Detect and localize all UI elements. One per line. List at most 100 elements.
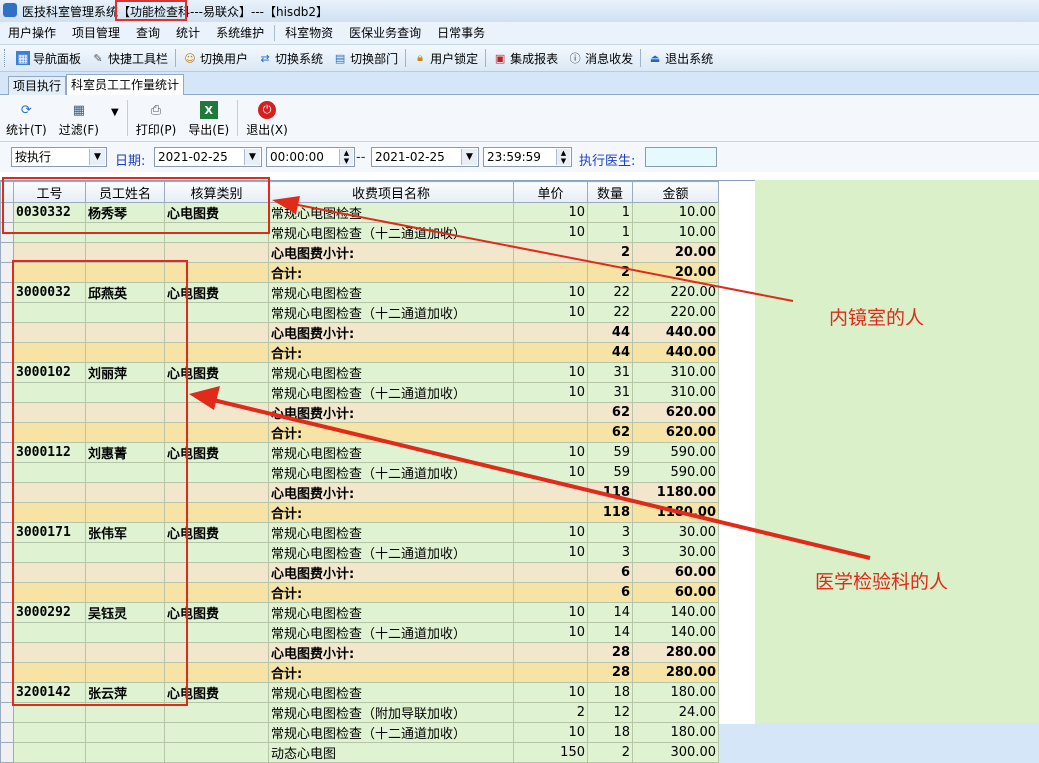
total-row[interactable]: 合计: 28 280.00: [0, 662, 719, 683]
subtotal-row[interactable]: 心电图费小计: 2 20.00: [0, 242, 719, 263]
cell-item[interactable]: 常规心电图检查: [268, 522, 514, 543]
cell-item[interactable]: 常规心电图检查: [268, 602, 514, 623]
toolbar-report[interactable]: ▣ 集成报表: [488, 47, 563, 69]
cell-amount[interactable]: 180.00: [632, 722, 719, 743]
cell-amount[interactable]: 24.00: [632, 702, 719, 723]
cell-category[interactable]: [164, 502, 269, 523]
menu-daily[interactable]: 日常事务: [429, 22, 493, 44]
cell-amount[interactable]: 620.00: [632, 422, 719, 443]
cell-id[interactable]: 0030332: [13, 202, 86, 223]
cell-name[interactable]: [85, 702, 165, 723]
cell-price[interactable]: 10: [513, 462, 588, 483]
table-row[interactable]: 常规心电图检查（十二通道加收） 10 3 30.00: [0, 542, 719, 563]
cell-price[interactable]: 10: [513, 602, 588, 623]
toolbar-switch-system[interactable]: ⇄ 切换系统: [253, 47, 328, 69]
cell-price[interactable]: 150: [513, 742, 588, 763]
cell-qty[interactable]: 118: [587, 502, 633, 523]
cell-amount[interactable]: 280.00: [632, 642, 719, 663]
cell-item[interactable]: 常规心电图检查: [268, 362, 514, 383]
cell-id[interactable]: 3200142: [13, 682, 86, 703]
toolbar-nav-panel[interactable]: ▦ 导航面板: [11, 47, 86, 69]
cell-amount[interactable]: 20.00: [632, 242, 719, 263]
cell-qty[interactable]: 31: [587, 382, 633, 403]
cell-name[interactable]: [85, 502, 165, 523]
toolbar-grip[interactable]: [4, 49, 8, 67]
cell-name[interactable]: [85, 382, 165, 403]
cell-qty[interactable]: 1: [587, 222, 633, 243]
filter-button[interactable]: ▦ 过滤(F): [53, 95, 105, 138]
cell-category[interactable]: [164, 322, 269, 343]
cell-item[interactable]: 合计:: [268, 582, 514, 603]
cell-category[interactable]: [164, 722, 269, 743]
table-row[interactable]: 常规心电图检查（十二通道加收） 10 1 10.00: [0, 222, 719, 243]
col-header-category[interactable]: 核算类别: [164, 181, 269, 203]
cell-name[interactable]: [85, 622, 165, 643]
cell-price[interactable]: 10: [513, 362, 588, 383]
toolbar-exit-system[interactable]: ⏏ 退出系统: [643, 47, 718, 69]
cell-category[interactable]: [164, 462, 269, 483]
table-row[interactable]: 常规心电图检查（十二通道加收） 10 31 310.00: [0, 382, 719, 403]
cell-category[interactable]: [164, 582, 269, 603]
table-row[interactable]: 3000102 刘丽萍 心电图费 常规心电图检查 10 31 310.00: [0, 362, 719, 383]
cell-name[interactable]: 刘丽萍: [85, 362, 165, 383]
cell-item[interactable]: 常规心电图检查: [268, 282, 514, 303]
cell-category[interactable]: [164, 622, 269, 643]
cell-price[interactable]: [513, 322, 588, 343]
cell-amount[interactable]: 310.00: [632, 382, 719, 403]
cell-amount[interactable]: 440.00: [632, 342, 719, 363]
cell-price[interactable]: 2: [513, 702, 588, 723]
mode-select[interactable]: 按执行 ▼: [11, 147, 107, 167]
cell-price[interactable]: [513, 482, 588, 503]
cell-item[interactable]: 常规心电图检查: [268, 682, 514, 703]
cell-category[interactable]: [164, 302, 269, 323]
cell-price[interactable]: 10: [513, 222, 588, 243]
table-row[interactable]: 3000032 邱燕英 心电图费 常规心电图检查 10 22 220.00: [0, 282, 719, 303]
cell-id[interactable]: [13, 222, 86, 243]
cell-category[interactable]: [164, 742, 269, 763]
cell-category[interactable]: [164, 382, 269, 403]
cell-category[interactable]: 心电图费: [164, 682, 269, 703]
table-row[interactable]: 3000112 刘惠菁 心电图费 常规心电图检查 10 59 590.00: [0, 442, 719, 463]
col-header-amount[interactable]: 金额: [632, 181, 719, 203]
cell-qty[interactable]: 6: [587, 582, 633, 603]
cell-item[interactable]: 心电图费小计:: [268, 402, 514, 423]
cell-qty[interactable]: 22: [587, 302, 633, 323]
toolbar-switch-dept[interactable]: ▤ 切换部门: [328, 47, 403, 69]
cell-qty[interactable]: 14: [587, 622, 633, 643]
menu-stats[interactable]: 统计: [168, 22, 208, 44]
cell-amount[interactable]: 280.00: [632, 662, 719, 683]
cell-price[interactable]: 10: [513, 442, 588, 463]
cell-qty[interactable]: 22: [587, 282, 633, 303]
cell-item[interactable]: 常规心电图检查（十二通道加收）: [268, 382, 514, 403]
cell-qty[interactable]: 18: [587, 682, 633, 703]
cell-item[interactable]: 常规心电图检查（十二通道加收）: [268, 542, 514, 563]
cell-item[interactable]: 心电图费小计:: [268, 242, 514, 263]
subtotal-row[interactable]: 心电图费小计: 118 1180.00: [0, 482, 719, 503]
cell-name[interactable]: [85, 462, 165, 483]
cell-amount[interactable]: 140.00: [632, 622, 719, 643]
cell-id[interactable]: [13, 262, 86, 283]
cell-category[interactable]: [164, 242, 269, 263]
cell-name[interactable]: [85, 222, 165, 243]
col-header-price[interactable]: 单价: [513, 181, 588, 203]
cell-amount[interactable]: 590.00: [632, 462, 719, 483]
cell-category[interactable]: 心电图费: [164, 282, 269, 303]
cell-qty[interactable]: 62: [587, 422, 633, 443]
toolbar-switch-user[interactable]: ☺ 切换用户: [178, 47, 253, 69]
cell-category[interactable]: [164, 342, 269, 363]
table-row[interactable]: 常规心电图检查（十二通道加收） 10 14 140.00: [0, 622, 719, 643]
cell-qty[interactable]: 2: [587, 242, 633, 263]
cell-name[interactable]: 刘惠菁: [85, 442, 165, 463]
col-header-id[interactable]: 工号: [13, 181, 86, 203]
cell-qty[interactable]: 44: [587, 342, 633, 363]
exit-button[interactable]: ⏻ 退出(X): [240, 95, 294, 138]
cell-id[interactable]: [13, 302, 86, 323]
col-header-qty[interactable]: 数量: [587, 181, 633, 203]
menu-query[interactable]: 查询: [128, 22, 168, 44]
cell-item[interactable]: 常规心电图检查（十二通道加收）: [268, 302, 514, 323]
cell-category[interactable]: [164, 642, 269, 663]
cell-item[interactable]: 合计:: [268, 662, 514, 683]
cell-qty[interactable]: 31: [587, 362, 633, 383]
toolbar-user-lock[interactable]: 🔒︎ 用户锁定: [408, 47, 483, 69]
cell-amount[interactable]: 310.00: [632, 362, 719, 383]
